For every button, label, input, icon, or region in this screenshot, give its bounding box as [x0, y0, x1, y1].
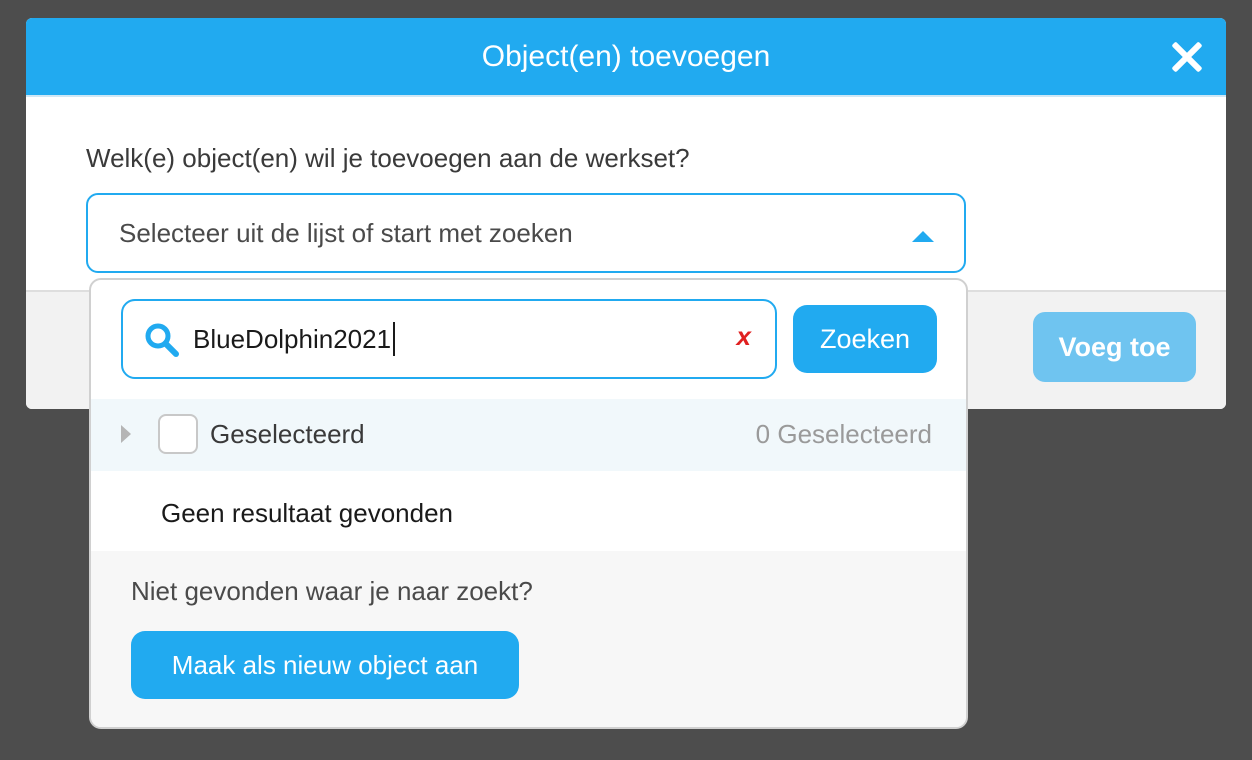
modal-header: Object(en) toevoegen: [26, 18, 1226, 97]
chevron-right-icon[interactable]: [121, 425, 131, 443]
not-found-prompt: Niet gevonden waar je naar zoekt?: [131, 576, 533, 606]
selected-label: Geselecteerd: [210, 419, 365, 449]
selected-group-row[interactable]: Geselecteerd 0 Geselecteerd: [91, 399, 966, 471]
select-placeholder: Selecteer uit de lijst of start met zoek…: [119, 217, 573, 248]
close-icon[interactable]: [1170, 40, 1204, 74]
search-icon: [145, 323, 179, 357]
selected-count: 0 Geselecteerd: [755, 419, 932, 449]
search-button[interactable]: Zoeken: [793, 305, 937, 373]
modal-title: Object(en) toevoegen: [481, 39, 771, 73]
no-result-message: Geen resultaat gevonden: [161, 498, 453, 528]
chevron-up-icon[interactable]: [912, 231, 934, 242]
question-label: Welk(e) object(en) wil je toevoegen aan …: [86, 143, 690, 173]
object-select[interactable]: Selecteer uit de lijst of start met zoek…: [86, 193, 966, 273]
modal-body: Welk(e) object(en) wil je toevoegen aan …: [26, 97, 1226, 290]
select-all-checkbox[interactable]: [158, 414, 198, 454]
clear-icon[interactable]: x: [737, 321, 751, 352]
create-new-object-button[interactable]: Maak als nieuw object aan: [131, 631, 519, 699]
select-dropdown: BlueDolphin2021 x Zoeken Geselecteerd 0 …: [89, 278, 968, 729]
search-field[interactable]: BlueDolphin2021 x: [121, 299, 777, 379]
not-found-section: Niet gevonden waar je naar zoekt? Maak a…: [91, 551, 966, 727]
search-input[interactable]: BlueDolphin2021: [193, 322, 396, 356]
add-button[interactable]: Voeg toe: [1033, 312, 1196, 382]
